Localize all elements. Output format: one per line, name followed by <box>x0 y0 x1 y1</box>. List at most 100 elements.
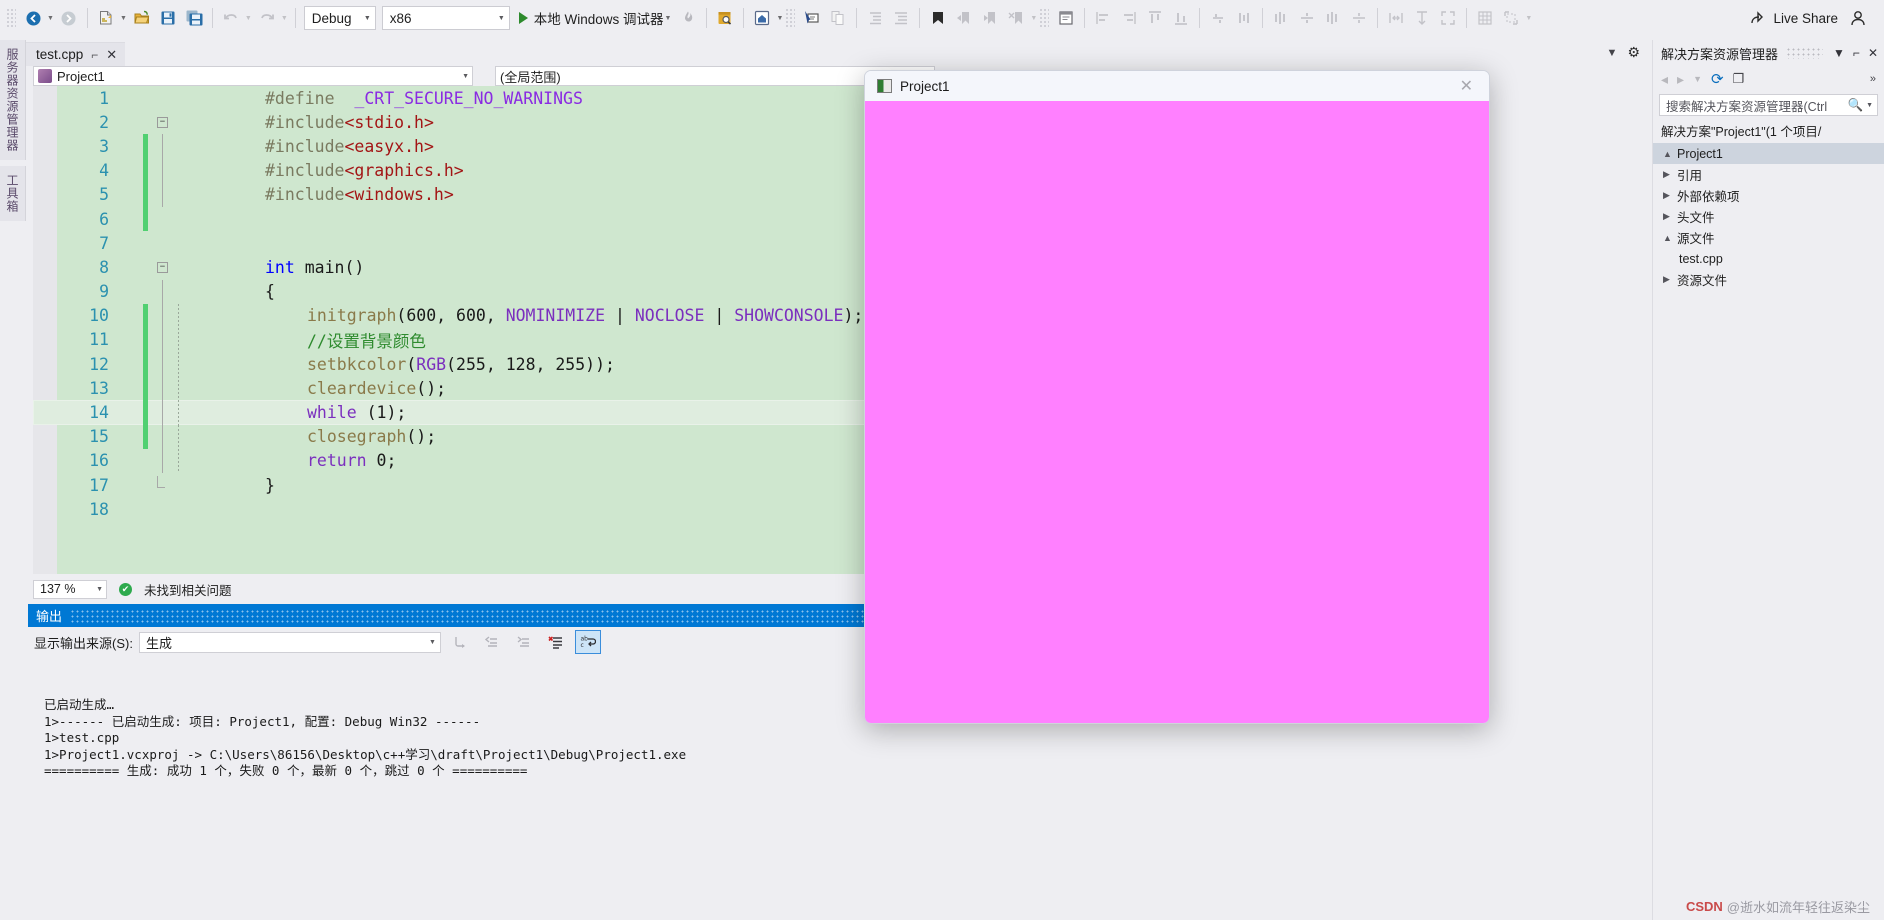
next-bookmark-icon[interactable] <box>977 5 1003 31</box>
toggle-word-wrap-icon[interactable]: ab c <box>574 630 601 654</box>
live-share-button[interactable]: Live Share <box>1749 9 1848 27</box>
start-debugging-button[interactable]: 本地 Windows 调试器 ▼ <box>513 5 676 31</box>
size-height-icon[interactable] <box>1409 5 1435 31</box>
fold-toggle-icon[interactable]: − <box>157 261 168 273</box>
collapse-all-icon[interactable]: ❐ <box>1733 71 1745 87</box>
align-top-icon[interactable] <box>1142 5 1168 31</box>
home-icon[interactable] <box>749 5 775 31</box>
easyx-canvas[interactable] <box>865 101 1489 723</box>
increase-indent-icon[interactable] <box>888 5 914 31</box>
space-vertically-icon[interactable] <box>1268 5 1294 31</box>
back-arrow-icon[interactable]: ◂ <box>1661 71 1668 88</box>
undo-dropdown-icon[interactable]: ▼ <box>245 15 252 22</box>
copy-icon[interactable] <box>825 5 851 31</box>
align-right-icon[interactable] <box>1116 5 1142 31</box>
tree-item-1[interactable]: ▶ 引用 <box>1653 164 1884 185</box>
toolbar-grip[interactable] <box>6 8 16 28</box>
align-bottom-icon[interactable] <box>1168 5 1194 31</box>
hot-reload-icon[interactable] <box>675 5 701 31</box>
expander-icon[interactable]: ▲ <box>1663 233 1672 243</box>
open-folder-icon[interactable] <box>129 5 155 31</box>
make-same-size-icon[interactable] <box>1383 5 1409 31</box>
space-equal-icon[interactable] <box>1320 5 1346 31</box>
align-left-icon[interactable] <box>1090 5 1116 31</box>
panel-drag-handle[interactable] <box>1786 47 1824 59</box>
close-icon[interactable]: ✕ <box>1452 76 1481 96</box>
user-account-icon[interactable] <box>1848 5 1884 31</box>
tree-item-6[interactable]: ▶ 资源文件 <box>1653 269 1884 290</box>
easyx-title-bar[interactable]: Project1 ✕ <box>865 71 1489 101</box>
solution-configuration-combo[interactable]: Debug ▼ <box>303 6 376 30</box>
bookmark-icon[interactable] <box>925 5 951 31</box>
tree-item-0[interactable]: ▲ Project1 <box>1653 143 1884 164</box>
forward-arrow-icon[interactable]: ▸ <box>1677 71 1684 88</box>
navigate-backward-button[interactable] <box>20 5 46 31</box>
solution-platform-combo[interactable]: x86 ▼ <box>381 6 510 30</box>
clear-bookmarks-icon[interactable] <box>1003 5 1029 31</box>
chevron-down-icon[interactable]: ▼ <box>1607 47 1618 59</box>
previous-bookmark-icon[interactable] <box>951 5 977 31</box>
tree-item-3[interactable]: ▶ 头文件 <box>1653 206 1884 227</box>
show-grid-icon[interactable] <box>1472 5 1498 31</box>
save-all-icon[interactable] <box>181 5 207 31</box>
clear-all-icon[interactable] <box>543 630 569 654</box>
new-file-dropdown-icon[interactable]: ▼ <box>120 15 127 22</box>
fold-toggle-icon[interactable]: − <box>157 116 168 128</box>
sidebar-item-toolbox[interactable]: 工具箱 <box>0 166 26 221</box>
expander-icon[interactable]: ▲ <box>1663 149 1672 159</box>
project-scope-combo[interactable]: Project1 ▼ <box>33 66 473 86</box>
navigate-backward-dropdown-icon[interactable]: ▼ <box>47 15 54 22</box>
save-icon[interactable] <box>155 5 181 31</box>
tree-item-4[interactable]: ▲ 源文件 <box>1653 227 1884 248</box>
chevron-down-icon[interactable]: ▼ <box>1693 74 1702 84</box>
redo-icon[interactable] <box>254 5 280 31</box>
gear-icon[interactable]: ⚙ <box>1627 44 1640 61</box>
easyx-graphics-window[interactable]: Project1 ✕ <box>864 70 1490 724</box>
refresh-icon[interactable]: ⟳ <box>1711 70 1724 88</box>
pin-icon[interactable]: ⌐ <box>1851 46 1862 60</box>
expander-icon[interactable]: ▶ <box>1663 190 1672 201</box>
pin-icon[interactable]: ⌐ <box>91 48 98 62</box>
tree-item-5[interactable]: test.cpp <box>1653 248 1884 269</box>
expander-icon[interactable]: ▶ <box>1663 211 1672 222</box>
expander-icon[interactable]: ▶ <box>1663 169 1672 180</box>
tree-item-2[interactable]: ▶ 外部依赖项 <box>1653 185 1884 206</box>
chevron-down-icon: ▼ <box>497 14 505 22</box>
bookmarks-dropdown-icon[interactable]: ▼ <box>1030 15 1037 22</box>
next-message-icon[interactable] <box>511 630 537 654</box>
chevron-down-icon[interactable]: ▼ <box>665 15 672 22</box>
select-element-icon[interactable] <box>799 5 825 31</box>
toolbar-grip-3[interactable] <box>1039 8 1050 28</box>
sidebar-item-server-explorer[interactable]: 服务器资源管理器 <box>0 40 26 160</box>
find-in-files-icon[interactable] <box>712 5 738 31</box>
go-to-message-icon[interactable] <box>447 630 473 654</box>
chevron-down-icon[interactable]: ▼ <box>1831 46 1847 60</box>
size-to-fit-icon[interactable] <box>1435 5 1461 31</box>
layout-overflow-icon[interactable]: ▼ <box>1525 15 1532 22</box>
navigate-forward-button[interactable] <box>56 5 82 31</box>
search-input[interactable]: 搜索解决方案资源管理器(Ctrl 🔍 ▼ <box>1659 94 1878 116</box>
redo-dropdown-icon[interactable]: ▼ <box>281 15 288 22</box>
output-source-combo[interactable]: 生成 ▼ <box>138 631 441 653</box>
close-icon[interactable]: ✕ <box>1866 46 1880 60</box>
decrease-indent-icon[interactable] <box>862 5 888 31</box>
undo-icon[interactable] <box>218 5 244 31</box>
center-both-icon[interactable] <box>1346 5 1372 31</box>
more-options-icon[interactable]: » <box>1870 73 1884 85</box>
fold-toggle-icon[interactable] <box>157 476 165 489</box>
toolbar-grip-2[interactable] <box>785 8 796 28</box>
space-horizontally-icon[interactable] <box>1231 5 1257 31</box>
zoom-level-combo[interactable]: 137 % ▼ <box>33 579 107 599</box>
search-icon[interactable]: 🔍 <box>1847 98 1863 113</box>
window-icon[interactable] <box>1053 5 1079 31</box>
tab-test-cpp[interactable]: test.cpp ⌐ ✕ <box>26 42 126 66</box>
chevron-down-icon[interactable]: ▼ <box>1866 102 1873 109</box>
home-dropdown-icon[interactable]: ▼ <box>776 15 783 22</box>
center-horizontally-icon[interactable] <box>1205 5 1231 31</box>
center-vertically-icon[interactable] <box>1294 5 1320 31</box>
previous-message-icon[interactable] <box>479 630 505 654</box>
tab-order-icon[interactable] <box>1498 5 1524 31</box>
expander-icon[interactable]: ▶ <box>1663 274 1672 285</box>
close-icon[interactable]: ✕ <box>106 47 117 63</box>
new-file-icon[interactable] <box>93 5 119 31</box>
